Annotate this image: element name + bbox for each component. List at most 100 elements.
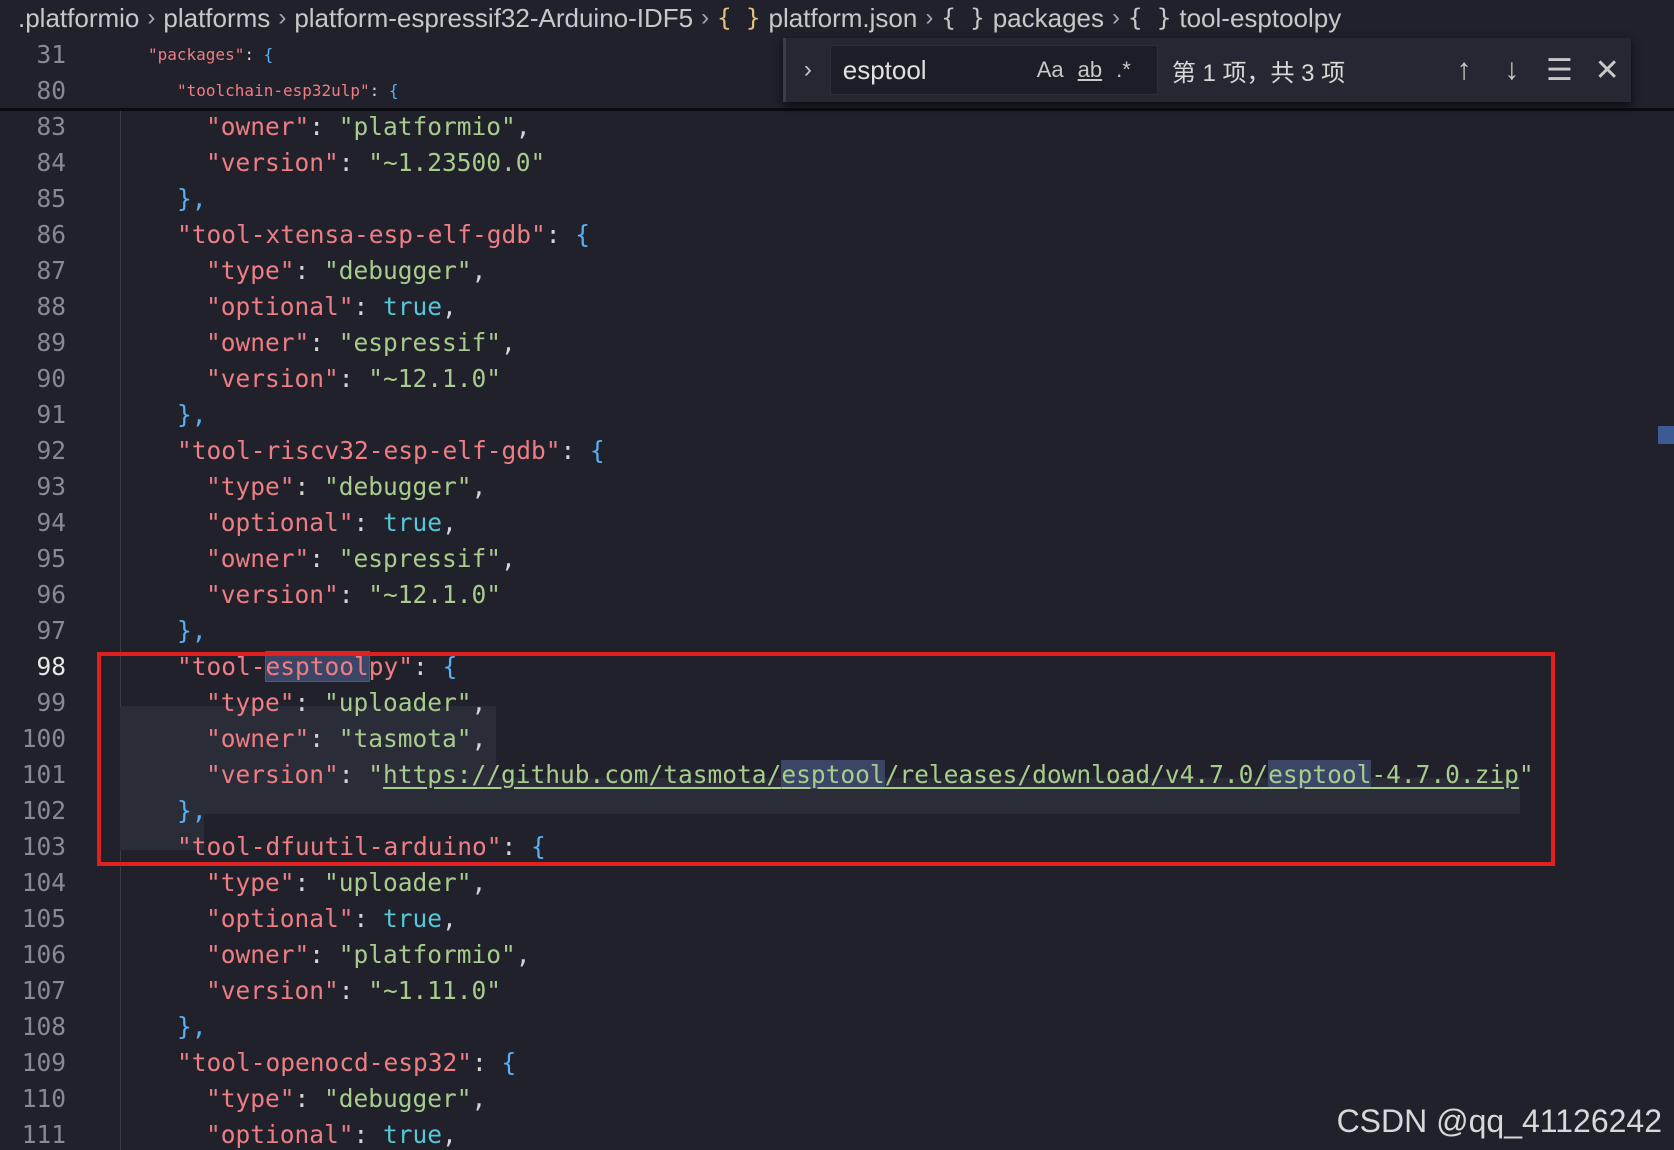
code-line[interactable]: 89 "owner": "espressif", (0, 324, 1674, 360)
json-value: "~1.23500.0" (368, 147, 546, 177)
json-key: "version" (206, 975, 339, 1005)
line-number: 85 (36, 183, 66, 213)
code-editor[interactable]: 82"optional": true,83"owner": "platformi… (0, 36, 1674, 1150)
find-in-selection-icon[interactable]: ☰ (1536, 53, 1584, 88)
breadcrumb-item-platformio[interactable]: .platformio (18, 3, 139, 34)
chevron-right-icon: › (147, 4, 156, 31)
close-icon[interactable]: ✕ (1583, 53, 1631, 88)
code-line[interactable]: 93 "type": "debugger", (0, 468, 1674, 504)
json-value: true (383, 507, 443, 537)
code-line[interactable]: 84 "version": "~1.23500.0" (0, 144, 1674, 180)
find-input[interactable] (842, 54, 1023, 86)
json-value: "~12.1.0" (368, 363, 502, 393)
arrow-up-icon[interactable]: ↑ (1440, 53, 1488, 87)
json-key: "type" (206, 867, 295, 897)
code-line[interactable]: 104 "type": "uploader", (0, 864, 1674, 900)
breadcrumb-label: packages (992, 2, 1104, 33)
code-line[interactable]: 106 "owner": "platformio", (0, 936, 1674, 972)
breadcrumb-item-platform-folder[interactable]: platform-espressif32-Arduino-IDF5 (294, 3, 693, 34)
json-value: "debugger" (324, 471, 472, 501)
json-value: true (383, 903, 443, 933)
json-value: true (383, 291, 443, 321)
line-number: 108 (21, 1011, 66, 1041)
line-number: 104 (21, 867, 66, 897)
chevron-right-icon[interactable]: › (786, 56, 830, 84)
code-line[interactable]: 86 "tool-xtensa-esp-elf-gdb": { (0, 216, 1674, 252)
breadcrumb-label: platform.json (768, 2, 918, 33)
json-file-icon: { } (717, 4, 761, 32)
line-number: 109 (21, 1047, 66, 1077)
line-number: 107 (21, 975, 66, 1005)
json-value: "espressif" (338, 327, 502, 357)
match-case-icon[interactable]: Aa (1037, 57, 1064, 83)
breadcrumb-item-platform-json[interactable]: { } platform.json (717, 3, 917, 34)
breadcrumb-item-packages[interactable]: { } packages (941, 3, 1104, 34)
line-number: 84 (36, 147, 66, 177)
code-line[interactable]: 90 "version": "~12.1.0" (0, 360, 1674, 396)
line-number: 90 (36, 363, 66, 393)
line-number: 88 (36, 291, 66, 321)
whole-word-icon[interactable]: ab (1078, 57, 1102, 83)
code-line[interactable]: 107 "version": "~1.11.0" (0, 972, 1674, 1008)
code-line[interactable]: 95 "owner": "espressif", (0, 540, 1674, 576)
json-value: "~1.11.0" (368, 975, 502, 1005)
json-key: "type" (206, 255, 295, 285)
regex-icon[interactable]: .* (1116, 57, 1131, 83)
json-key: "owner" (206, 111, 310, 141)
watermark: CSDN @qq_41126242 (1336, 1103, 1662, 1139)
line-number: 100 (21, 723, 66, 753)
comma: , (501, 327, 516, 357)
line-number: 95 (36, 543, 66, 573)
comma: , (515, 939, 531, 969)
code-line[interactable]: 88 "optional": true, (0, 288, 1674, 324)
code-line[interactable]: 105 "optional": true, (0, 900, 1674, 936)
code-line[interactable]: 83 "owner": "platformio", (0, 108, 1674, 144)
code-line[interactable]: 85}, (0, 180, 1674, 216)
breadcrumb-item-platforms[interactable]: platforms (163, 3, 270, 34)
code-line[interactable]: 92 "tool-riscv32-esp-elf-gdb": { (0, 432, 1674, 468)
sticky-scroll-shadow (0, 108, 1674, 111)
line-number: 91 (36, 399, 66, 429)
code-line[interactable]: 109 "tool-openocd-esp32": { (0, 1044, 1674, 1080)
json-key: "optional" (206, 507, 354, 537)
closing-brace: }, (177, 399, 207, 429)
json-key: "type" (206, 1083, 295, 1113)
json-key: "version" (206, 579, 339, 609)
breadcrumb-label: .platformio (18, 2, 140, 33)
find-input-container: Aa ab .* (829, 45, 1158, 95)
line-number: 94 (36, 507, 66, 537)
closing-brace: }, (177, 1011, 207, 1041)
json-key: "tool-xtensa-esp-elf-gdb" (177, 219, 546, 249)
code-line[interactable]: 96 "version": "~12.1.0" (0, 576, 1674, 612)
json-key: "version" (206, 363, 339, 393)
code-line[interactable]: 91}, (0, 396, 1674, 432)
breadcrumb-item-tool-esptoolpy[interactable]: { } tool-esptoolpy (1128, 3, 1341, 34)
code-line[interactable]: 94 "optional": true, (0, 504, 1674, 540)
find-widget: › Aa ab .* 第 1 项，共 3 项 ↑ ↓ ☰ ✕ (783, 38, 1631, 102)
json-value: "debugger" (324, 255, 472, 285)
json-key: "version" (206, 147, 339, 177)
json-value: "debugger" (324, 1083, 472, 1113)
json-value: "platformio" (338, 111, 516, 141)
json-value: "~12.1.0" (368, 579, 502, 609)
line-number: 86 (36, 219, 66, 249)
line-number: 92 (36, 435, 66, 465)
comma: , (442, 903, 457, 933)
overview-ruler[interactable] (1656, 36, 1674, 636)
json-key: "owner" (206, 327, 310, 357)
brace: { (575, 219, 591, 249)
json-key: "toolchain-esp32ulp" (177, 80, 370, 100)
comma: , (442, 507, 457, 537)
line-number: 111 (21, 1119, 66, 1149)
json-key: "tool-openocd-esp32" (177, 1047, 473, 1077)
brace: { (501, 1047, 517, 1077)
line-number: 96 (36, 579, 66, 609)
comma: , (442, 291, 457, 321)
comma: , (471, 867, 487, 897)
code-line[interactable]: 87 "type": "debugger", (0, 252, 1674, 288)
brace: { (388, 80, 399, 100)
line-number: 83 (36, 111, 66, 141)
arrow-down-icon[interactable]: ↓ (1488, 53, 1536, 87)
code-line[interactable]: 108}, (0, 1008, 1674, 1044)
code-line[interactable]: 97}, (0, 612, 1674, 648)
